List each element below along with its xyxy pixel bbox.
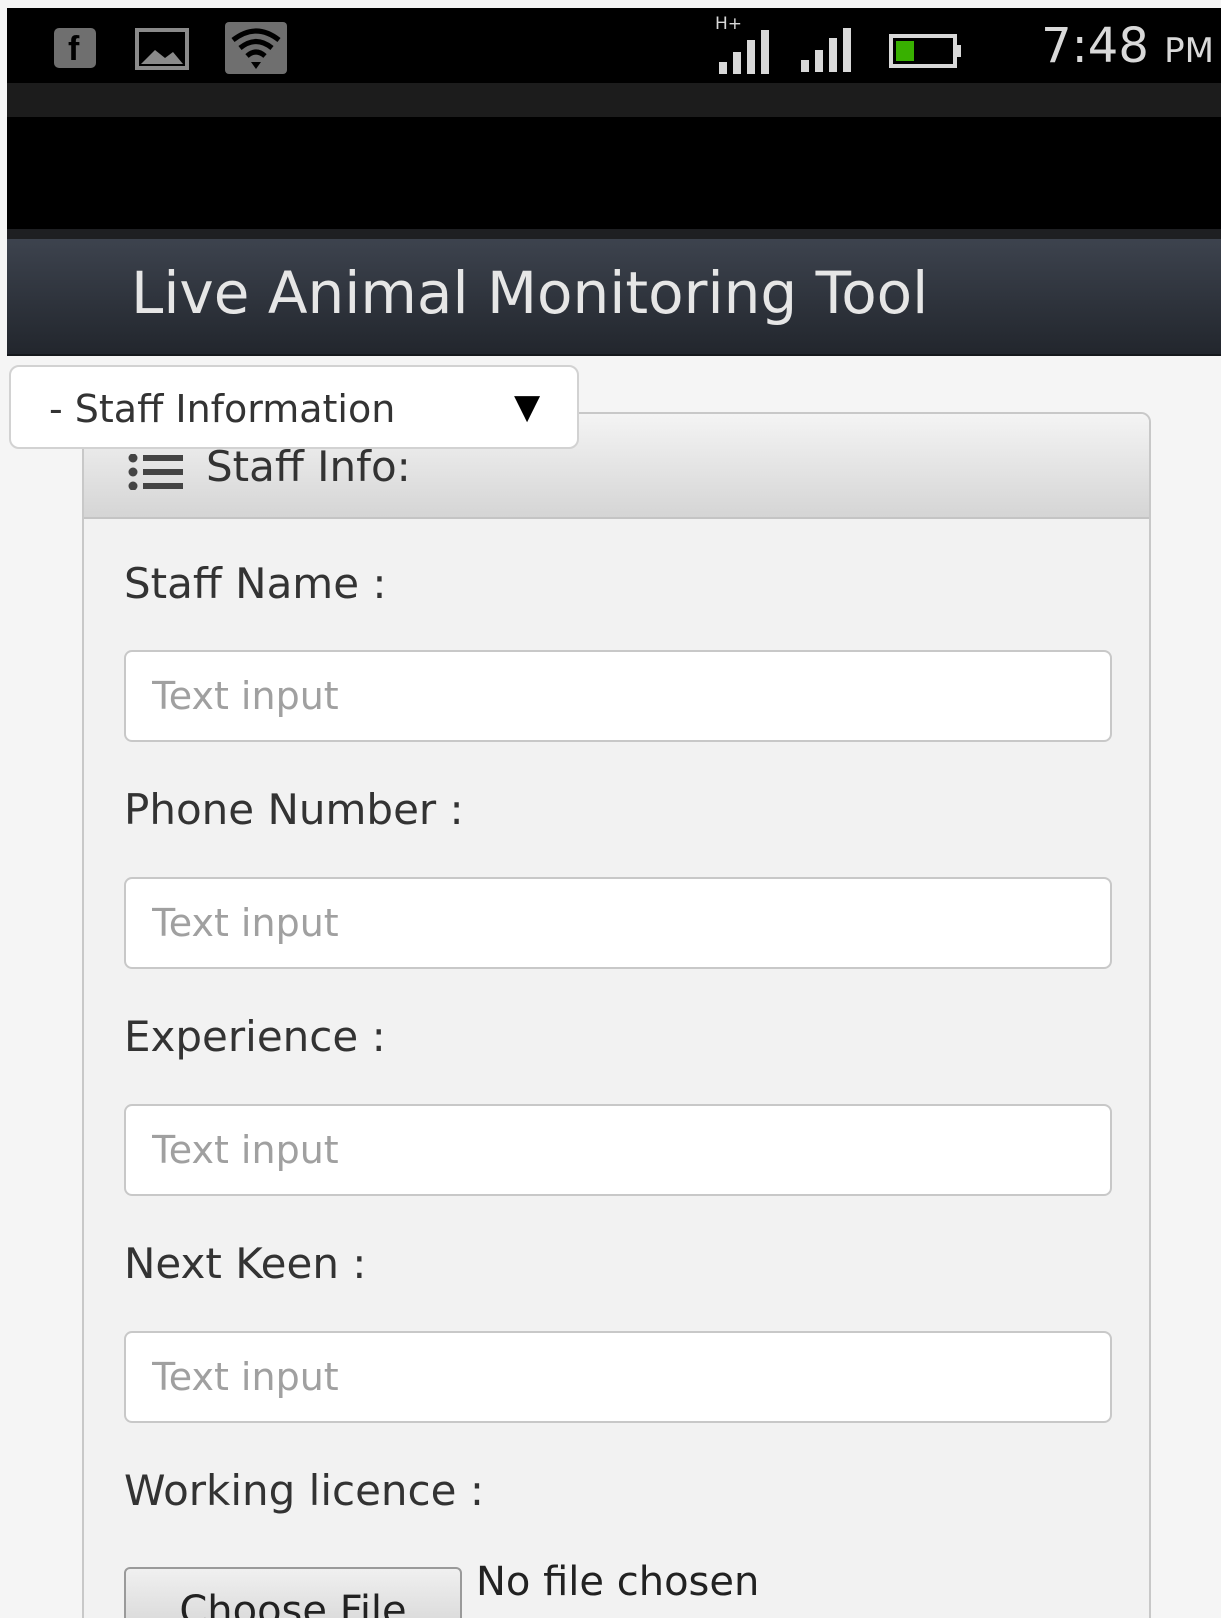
experience-label: Experience : bbox=[124, 1012, 386, 1061]
clock-time: 7:48 bbox=[1041, 18, 1149, 74]
file-status-text: No file chosen bbox=[476, 1559, 760, 1605]
next-keen-input[interactable] bbox=[124, 1331, 1112, 1423]
staff-name-label: Staff Name : bbox=[124, 559, 387, 608]
status-bar: f H+ 7:48 PM bbox=[7, 8, 1221, 83]
list-icon bbox=[128, 454, 183, 490]
choose-file-button[interactable]: Choose File bbox=[124, 1567, 462, 1618]
app-header: Live Animal Monitoring Tool bbox=[7, 239, 1221, 356]
next-keen-label: Next Keen : bbox=[124, 1239, 367, 1288]
picture-icon bbox=[135, 28, 189, 70]
experience-input[interactable] bbox=[124, 1104, 1112, 1196]
staff-info-panel: Staff Info: Staff Name : Phone Number : … bbox=[82, 412, 1151, 1618]
facebook-icon: f bbox=[54, 28, 96, 68]
working-licence-label: Working licence : bbox=[124, 1466, 484, 1515]
battery-icon bbox=[889, 34, 961, 68]
staff-name-input[interactable] bbox=[124, 650, 1112, 742]
app-screen: f H+ 7:48 PM Live Animal Monitoring Tool… bbox=[7, 8, 1221, 1618]
section-select-value: - Staff Information bbox=[49, 387, 396, 431]
phone-number-input[interactable] bbox=[124, 877, 1112, 969]
status-clock: 7:48 PM bbox=[979, 18, 1214, 74]
page-title: Live Animal Monitoring Tool bbox=[131, 259, 929, 327]
facebook-glyph: f bbox=[68, 30, 80, 68]
signal-icon: H+ bbox=[715, 14, 779, 76]
signal-icon bbox=[801, 28, 851, 72]
panel-title: Staff Info: bbox=[206, 442, 411, 491]
wifi-icon bbox=[225, 22, 287, 74]
chevron-down-icon: ▼ bbox=[514, 387, 541, 427]
section-select-dropdown[interactable]: - Staff Information ▼ bbox=[9, 365, 579, 449]
clock-ampm: PM bbox=[1164, 31, 1214, 71]
phone-number-label: Phone Number : bbox=[124, 785, 464, 834]
action-bar-area bbox=[7, 117, 1221, 229]
divider bbox=[7, 229, 1221, 239]
status-bar-shadow bbox=[7, 83, 1221, 117]
